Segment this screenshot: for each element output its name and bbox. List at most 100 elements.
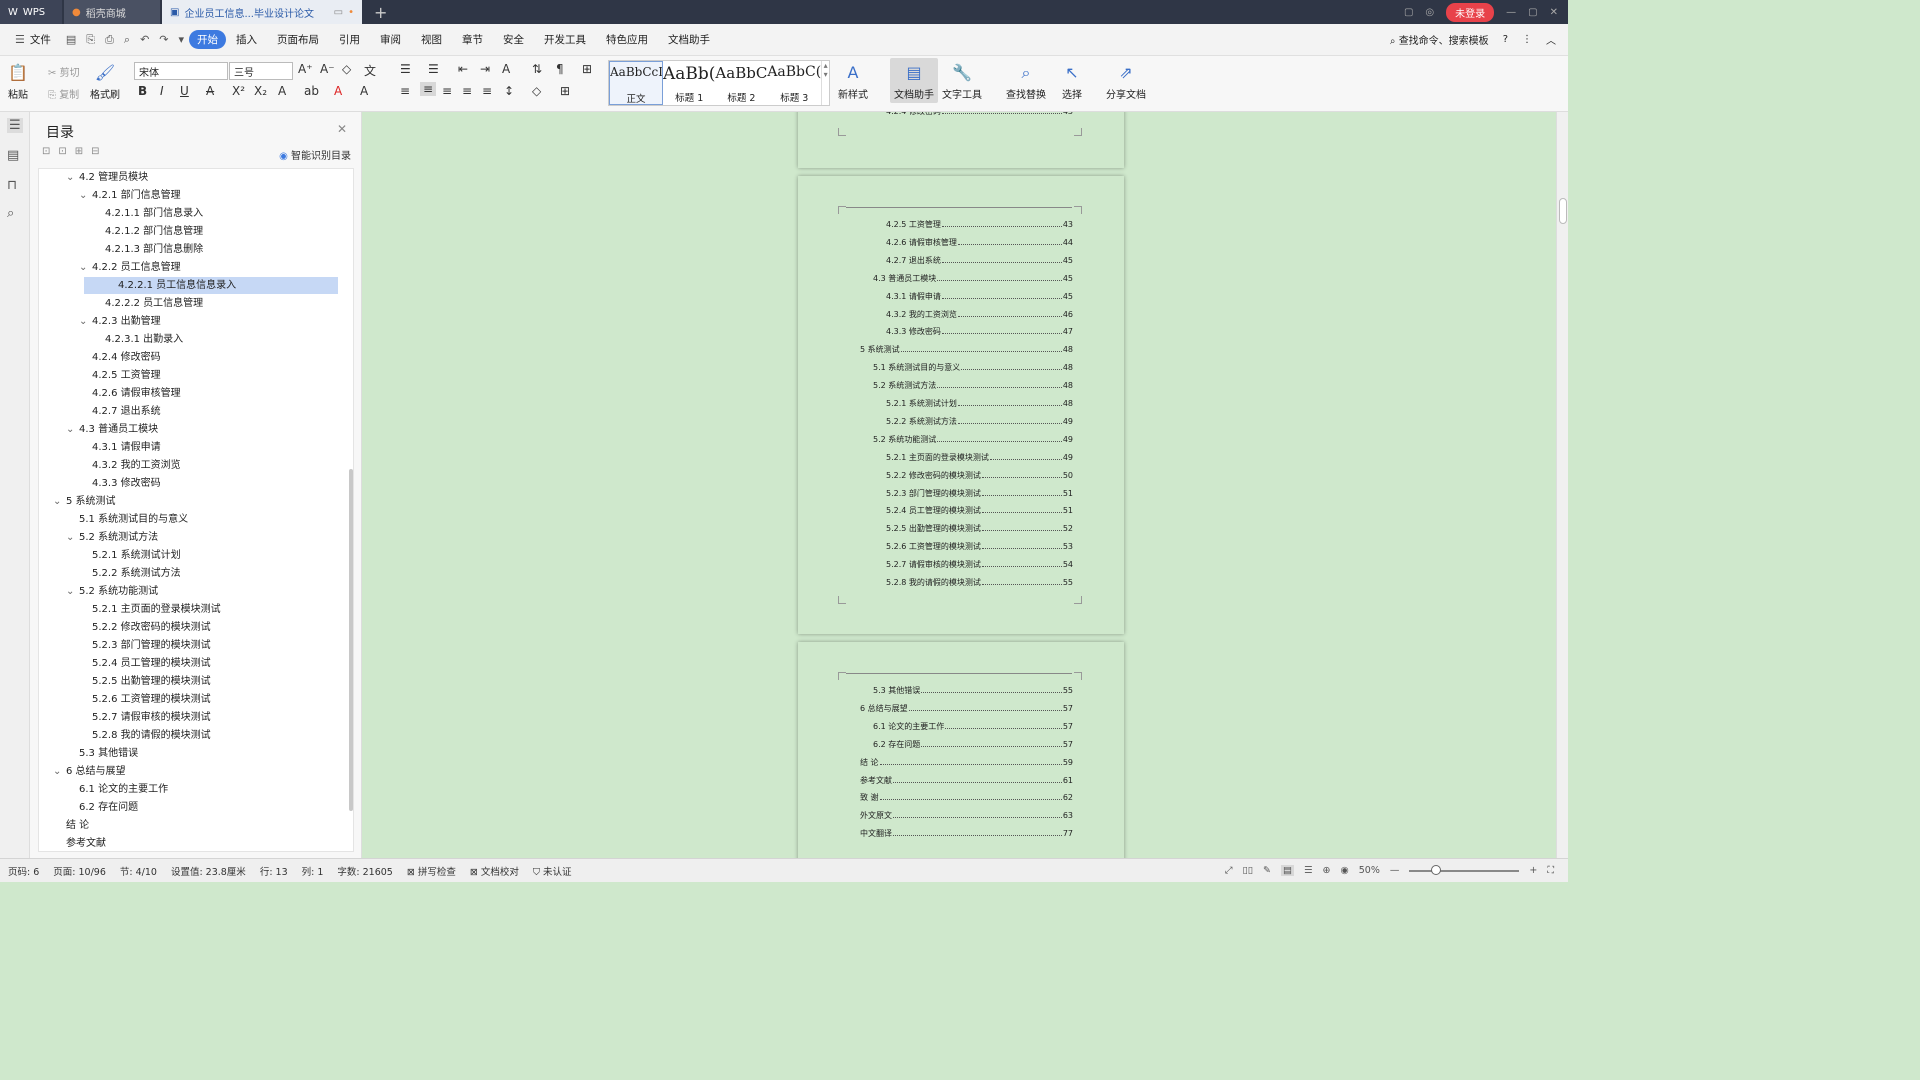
toc-item[interactable]: ⌄ 5.2 系统测试方法 (66, 529, 158, 546)
toc-item[interactable]: ⌄ 4.2.1 部门信息管理 (79, 187, 181, 204)
sort-icon[interactable]: ⇅ (532, 62, 542, 76)
daoke-store-tab[interactable]: ● 稻壳商城 (64, 0, 160, 24)
toc-item[interactable]: 结 论 (53, 817, 89, 834)
status-page-no[interactable]: 页码: 6 (8, 864, 39, 878)
toc-line[interactable]: 外文原文 63 (860, 810, 1073, 821)
toc-line[interactable]: 致 谢 62 (860, 792, 1073, 803)
toc-item[interactable]: ⌄ 4.2.3 出勤管理 (79, 313, 161, 330)
toc-line[interactable]: 6.2 存在问题 57 (873, 739, 1073, 750)
strikethrough-icon[interactable]: A (206, 84, 214, 98)
align-left-icon[interactable]: ≡ (400, 84, 410, 98)
menu-review[interactable]: 审阅 (370, 32, 411, 47)
web-view-icon[interactable]: ⊕ (1322, 865, 1330, 876)
share-doc-button[interactable]: ⇗ 分享文档 (1106, 60, 1146, 101)
output-pdf-icon[interactable]: ⎘ (81, 33, 100, 47)
menu-references[interactable]: 引用 (329, 32, 370, 47)
toc-line[interactable]: 4.3 普通员工模块 45 (873, 273, 1073, 284)
zoom-in-icon[interactable]: + (1529, 865, 1537, 876)
shading-icon[interactable]: ◇ (532, 84, 541, 98)
align-right-icon[interactable]: ≡ (442, 84, 452, 98)
toc-line[interactable]: 5.2 系统功能测试 49 (873, 434, 1073, 445)
file-menu[interactable]: 文件 (30, 32, 61, 47)
more-icon[interactable]: ⋮ (1522, 34, 1532, 45)
toc-line[interactable]: 结 论 59 (860, 757, 1073, 768)
distribute-icon[interactable]: ≡ (482, 84, 492, 98)
toc-line[interactable]: 5.1 系统测试目的与意义 48 (873, 362, 1073, 373)
chevron-down-icon[interactable]: ⌄ (79, 259, 92, 276)
toc-item[interactable]: 4.2.1.2 部门信息管理 (92, 223, 203, 240)
menu-insert[interactable]: 插入 (226, 32, 267, 47)
toc-line[interactable]: 6.1 论文的主要工作 57 (873, 721, 1073, 732)
toc-line[interactable]: 5.2.1 系统测试计划 48 (886, 398, 1073, 409)
help-icon[interactable]: ? (1503, 34, 1508, 45)
page-view-icon[interactable]: ▤ (1280, 865, 1294, 876)
style-heading3[interactable]: AaBbC(标题 3 (767, 61, 821, 105)
font-name-select[interactable]: 宋体 (134, 62, 228, 80)
toc-item[interactable]: 5.2.3 部门管理的模块测试 (79, 637, 211, 654)
cut-button[interactable]: ✂ 剪切 (48, 64, 80, 79)
para-mark-icon[interactable]: ¶ (556, 62, 564, 76)
chevron-down-icon[interactable]: ⌄ (53, 763, 66, 780)
toc-item[interactable]: 4.2.4 修改密码 (79, 349, 161, 366)
find-replace-button[interactable]: ⌕ 查找替换 (1006, 60, 1046, 101)
status-section[interactable]: 节: 4/10 (120, 864, 157, 878)
underline-icon[interactable]: U (180, 84, 189, 98)
toc-item[interactable]: 5.2.7 请假审核的模块测试 (79, 709, 211, 726)
toc-line[interactable]: 5 系统测试 48 (860, 344, 1073, 355)
customize-icon[interactable]: ▾ (174, 33, 190, 46)
highlight-icon[interactable]: ab (304, 84, 319, 98)
nav-scrollbar[interactable] (349, 469, 353, 811)
toc-item[interactable]: 5.2.2 修改密码的模块测试 (79, 619, 211, 636)
doc-assistant-button[interactable]: ▤ 文档助手 (890, 58, 938, 103)
style-normal[interactable]: AaBbCcI 正文 (609, 61, 663, 105)
toc-line[interactable]: 5.2 系统测试方法 48 (873, 380, 1073, 391)
collapse-ribbon-icon[interactable]: ︿ (1546, 32, 1556, 47)
save-icon[interactable]: ▤ (61, 33, 81, 46)
italic-icon[interactable]: I (160, 84, 164, 98)
zoom-level[interactable]: 50% (1359, 865, 1380, 876)
toc-line[interactable]: 4.2.4 修改密码 43 (886, 112, 1073, 117)
zoom-out-icon[interactable]: — (1390, 865, 1400, 876)
eye-protect-icon[interactable]: ◉ (1340, 865, 1348, 876)
menu-chapter[interactable]: 章节 (452, 32, 493, 47)
smart-toc-button[interactable]: ◉ 智能识别目录 (279, 147, 351, 162)
toc-line[interactable]: 5.2.4 员工管理的模块测试 51 (886, 505, 1073, 516)
select-button[interactable]: ↖ 选择 (1062, 60, 1082, 101)
toc-item[interactable]: 5.2.2 系统测试方法 (79, 565, 181, 582)
cert-status[interactable]: ⛉ 未认证 (533, 864, 572, 878)
toc-line[interactable]: 4.3.3 修改密码 47 (886, 326, 1073, 337)
style-scroll-icon[interactable]: ▴ ▾ (821, 61, 829, 105)
toc-line[interactable]: 5.2.7 请假审核的模块测试 54 (886, 559, 1073, 570)
outline-view-icon[interactable]: ☰ (1304, 865, 1313, 876)
close-nav-icon[interactable]: ✕ (337, 122, 347, 136)
find-panel-icon[interactable]: ⌕ (7, 206, 14, 221)
wps-app-tab[interactable]: W WPS (0, 0, 62, 24)
login-button[interactable]: 未登录 (1446, 2, 1495, 22)
page-thumb-icon[interactable]: ▤ (7, 148, 19, 163)
toc-line[interactable]: 5.2.2 修改密码的模块测试 50 (886, 470, 1073, 481)
grow-font-icon[interactable]: A⁺ (298, 62, 313, 76)
text-tools-button[interactable]: 🔧 文字工具 (942, 60, 982, 101)
toc-item[interactable]: 4.2.1.1 部门信息录入 (92, 205, 203, 222)
chevron-down-icon[interactable]: ⌄ (79, 313, 92, 330)
toc-item[interactable]: 4.2.2.2 员工信息管理 (92, 295, 203, 312)
toc-item[interactable]: 4.2.6 请假审核管理 (79, 385, 181, 402)
toc-item[interactable]: 4.2.1.3 部门信息删除 (92, 241, 203, 258)
undo-icon[interactable]: ↶ (135, 33, 154, 46)
collapse-all-icon[interactable]: ⊡ (58, 146, 66, 157)
chevron-down-icon[interactable]: ⌄ (66, 169, 79, 186)
toc-item[interactable]: 5.2.8 我的请假的模块测试 (79, 727, 211, 744)
toc-item[interactable]: 4.3.2 我的工资浏览 (79, 457, 181, 474)
print-icon[interactable]: ⎙ (100, 33, 119, 47)
menu-view[interactable]: 视图 (411, 32, 452, 47)
toc-item[interactable]: ⌄ 4.3 普通员工模块 (66, 421, 158, 438)
menu-special-apps[interactable]: 特色应用 (596, 32, 658, 47)
numbering-icon[interactable]: ☰ (428, 62, 439, 76)
toc-line[interactable]: 5.2.1 主页面的登录模块测试 49 (886, 452, 1073, 463)
table-grid-icon[interactable]: ⊞ (582, 62, 592, 76)
phonetic-icon[interactable]: 文 (364, 62, 376, 79)
char-shading-icon[interactable]: A (360, 84, 368, 98)
format-painter-button[interactable]: 🖌 格式刷 (90, 60, 120, 101)
toc-item[interactable]: ⌄ 4.2 管理员模块 (66, 169, 148, 186)
toc-line[interactable]: 5.2.5 出勤管理的模块测试 52 (886, 523, 1073, 534)
